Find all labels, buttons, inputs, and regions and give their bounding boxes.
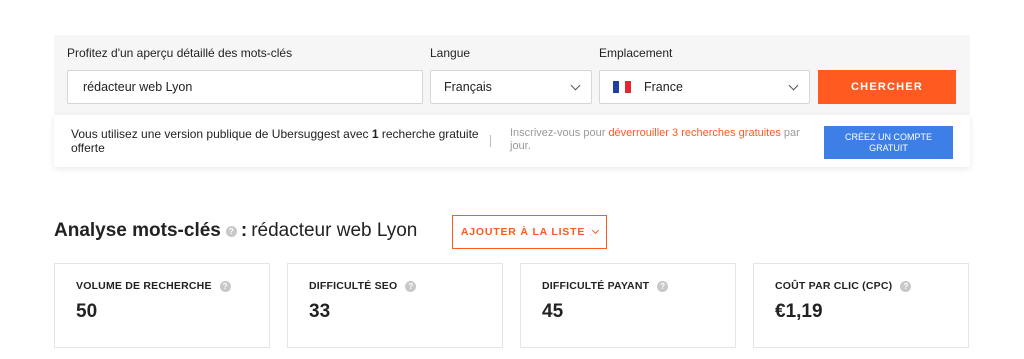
keyword-input[interactable] <box>67 70 423 104</box>
analysis-title-separator: : <box>240 220 248 241</box>
metric-label-text: COÛT PAR CLIC (CPC) <box>775 280 893 292</box>
add-to-list-button[interactable]: AJOUTER À LA LISTE <box>452 215 607 249</box>
metric-label-text: DIFFICULTÉ SEO <box>309 280 398 292</box>
metric-label-text: DIFFICULTÉ PAYANT <box>542 280 650 292</box>
language-value: Français <box>444 80 492 94</box>
metric-label-text: VOLUME DE RECHERCHE <box>76 280 212 292</box>
signup-text-prefix: Inscrivez-vous pour <box>510 127 609 139</box>
create-account-button[interactable]: CRÉEZ UN COMPTE GRATUIT <box>824 126 953 159</box>
notice-text: Vous utilisez une version publique de Ub… <box>71 127 491 155</box>
metric-value: 45 <box>542 301 564 322</box>
analysis-keyword: rédacteur web Lyon <box>251 220 418 241</box>
chevron-down-icon <box>592 226 600 235</box>
metric-label: DIFFICULTÉ PAYANT ? <box>542 280 669 292</box>
metric-card-seo-difficulty: DIFFICULTÉ SEO ? 33 <box>287 263 503 348</box>
metric-value: €1,19 <box>775 301 823 322</box>
metric-card-search-volume: VOLUME DE RECHERCHE ? 50 <box>54 263 270 348</box>
unlock-searches-link[interactable]: déverrouiller 3 recherches gratuites <box>608 127 780 139</box>
metric-card-paid-difficulty: DIFFICULTÉ PAYANT ? 45 <box>520 263 736 348</box>
keyword-field-label: Profitez d'un aperçu détaillé des mots-c… <box>67 46 293 60</box>
add-to-list-label: AJOUTER À LA LISTE <box>460 226 586 238</box>
notice-text-prefix: Vous utilisez une version publique de Ub… <box>71 127 372 141</box>
search-button[interactable]: CHERCHER <box>818 70 956 104</box>
metric-card-cpc: COÛT PAR CLIC (CPC) ? €1,19 <box>753 263 969 348</box>
public-version-notice: Vous utilisez une version publique de Ub… <box>54 115 970 167</box>
location-field-label: Emplacement <box>599 46 673 60</box>
notice-search-count: 1 <box>371 127 379 141</box>
metric-value: 50 <box>76 301 98 322</box>
help-icon[interactable]: ? <box>219 280 231 292</box>
help-icon[interactable]: ? <box>900 280 912 292</box>
language-select[interactable]: Français <box>430 70 592 104</box>
language-field-label: Langue <box>430 46 471 60</box>
keyword-search-panel: Profitez d'un aperçu détaillé des mots-c… <box>54 35 970 115</box>
analysis-title-label: Analyse mots-clés <box>54 220 221 241</box>
metric-label: VOLUME DE RECHERCHE ? <box>76 280 231 292</box>
help-icon[interactable]: ? <box>225 225 237 237</box>
location-select[interactable]: France <box>599 70 810 104</box>
location-selected: France <box>613 80 683 94</box>
signup-text: Inscrivez-vous pour déverrouiller 3 rech… <box>510 127 810 153</box>
france-flag-icon <box>613 81 631 93</box>
metric-label: DIFFICULTÉ SEO ? <box>309 280 417 292</box>
notice-divider <box>490 135 491 147</box>
metric-label: COÛT PAR CLIC (CPC) ? <box>775 280 912 292</box>
help-icon[interactable]: ? <box>405 280 417 292</box>
location-value: France <box>644 80 683 94</box>
chevron-down-icon <box>788 80 799 90</box>
help-icon[interactable]: ? <box>657 280 669 292</box>
metric-value: 33 <box>309 301 331 322</box>
page-title: Analyse mots-clés ? : rédacteur web Lyon <box>54 220 417 242</box>
chevron-down-icon <box>570 80 581 90</box>
